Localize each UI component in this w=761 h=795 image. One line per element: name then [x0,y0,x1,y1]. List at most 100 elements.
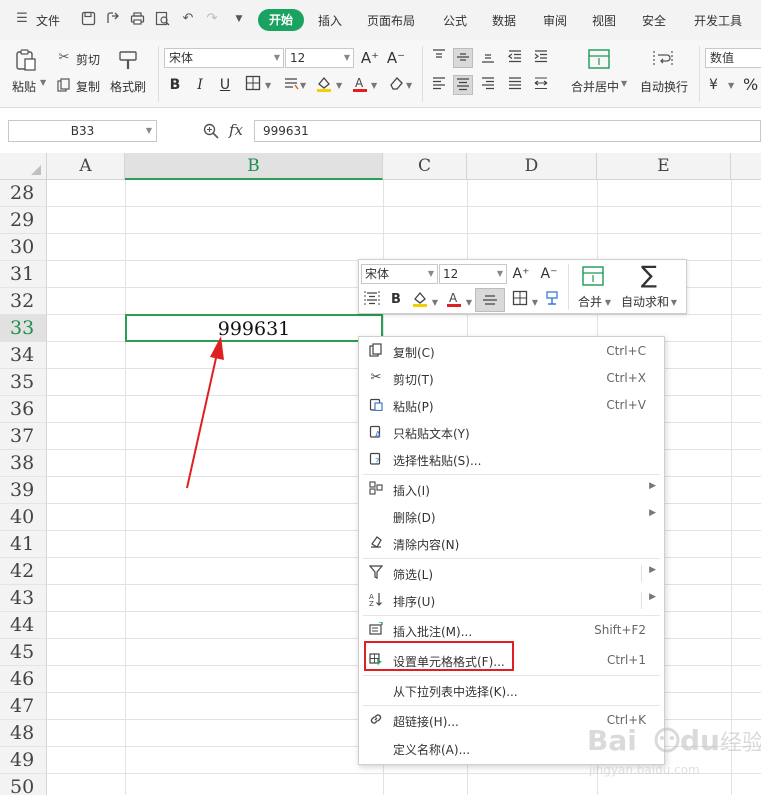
cut-button[interactable]: 剪切 [76,51,100,68]
align-right-icon[interactable] [478,75,498,95]
row-header-46[interactable]: 46 [0,666,47,693]
menu-item-pick-from-list[interactable]: 从下拉列表中选择(K)... [359,677,664,704]
print-icon[interactable] [129,11,145,27]
row-header-39[interactable]: 39 [0,477,47,504]
quick-access-dropdown-icon[interactable]: ▼ [231,11,247,27]
autosum-icon[interactable]: ∑ [636,262,662,288]
export-icon[interactable] [104,11,120,27]
mini-font-color-dropdown-icon[interactable]: ▼ [465,293,473,313]
paste-icon[interactable] [14,48,38,72]
mini-autosum-dropdown-icon[interactable]: ▼ [670,293,678,313]
menu-item-copy[interactable]: 复制(C) Ctrl+C [359,338,664,365]
menu-item-clear-contents[interactable]: 清除内容(N) [359,530,664,557]
mini-fill-color-icon[interactable] [410,290,430,310]
font-color-dropdown-icon[interactable]: ▼ [371,81,377,90]
menu-item-filter[interactable]: 筛选(L) ▶ [359,560,664,587]
currency-dropdown-icon[interactable]: ▼ [728,81,734,90]
increase-indent-icon[interactable] [531,48,551,68]
align-middle-icon[interactable] [453,48,473,68]
active-cell-b33[interactable]: 999631 [125,314,383,342]
menu-item-insert-comment[interactable]: 插入批注(M)... Shift+F2 [359,617,664,644]
row-header-45[interactable]: 45 [0,639,47,666]
row-header-32[interactable]: 32 [0,288,47,315]
mini-font-size-combo[interactable]: 12 ▼ [439,264,507,284]
mini-merge-dropdown-icon[interactable]: ▼ [604,293,612,313]
row-header-50[interactable]: 50 [0,774,47,795]
tab-formulas[interactable]: 公式 [443,12,467,29]
format-painter-icon[interactable] [117,48,141,72]
mini-bold-icon[interactable]: B [387,290,405,310]
menu-item-delete[interactable]: 删除(D) ▶ [359,503,664,530]
row-header-28[interactable]: 28 [0,180,47,207]
underline-icon[interactable]: U [215,75,235,95]
strikethrough-icon[interactable] [281,75,301,95]
mini-align-icon[interactable] [362,290,382,310]
mini-center-align-icon[interactable] [475,288,505,312]
mini-fill-dropdown-icon[interactable]: ▼ [431,293,439,313]
menu-item-sort[interactable]: AZ 排序(U) ▶ [359,587,664,614]
font-size-combo[interactable]: 12 ▼ [285,48,354,68]
save-icon[interactable] [80,11,96,27]
redo-icon[interactable]: ↷ [204,11,220,27]
row-header-44[interactable]: 44 [0,612,47,639]
mini-merge-icon[interactable] [581,265,605,287]
select-all-corner[interactable] [0,153,47,180]
paste-button[interactable]: 粘贴 [12,78,36,95]
print-preview-icon[interactable] [154,11,170,27]
row-header-31[interactable]: 31 [0,261,47,288]
menu-item-cut[interactable]: ✂ 剪切(T) Ctrl+X [359,365,664,392]
font-name-combo[interactable]: 宋体 ▼ [164,48,284,68]
strikethrough-dropdown-icon[interactable]: ▼ [300,81,306,90]
mini-border-icon[interactable] [510,290,530,310]
menu-item-insert[interactable]: 插入(I) ▶ [359,476,664,503]
merge-center-icon[interactable] [587,48,611,70]
zoom-icon[interactable] [202,122,220,140]
justify-icon[interactable] [505,75,525,95]
tab-insert[interactable]: 插入 [318,12,342,29]
row-header-41[interactable]: 41 [0,531,47,558]
mini-border-dropdown-icon[interactable]: ▼ [531,293,539,313]
row-header-36[interactable]: 36 [0,396,47,423]
align-left-icon[interactable] [429,75,449,95]
tab-page-layout[interactable]: 页面布局 [367,12,415,29]
row-header-49[interactable]: 49 [0,747,47,774]
merge-dropdown-icon[interactable]: ▼ [621,79,627,88]
row-header-48[interactable]: 48 [0,720,47,747]
tab-security[interactable]: 安全 [642,12,666,29]
wrap-text-button[interactable]: 自动换行 [640,78,688,95]
clear-format-dropdown-icon[interactable]: ▼ [406,81,412,90]
font-color-icon[interactable]: A [350,75,370,95]
mini-autosum-button[interactable]: 自动求和 [621,292,669,312]
column-header-b[interactable]: B [125,153,383,180]
column-header-d[interactable]: D [467,153,597,180]
menu-item-paste-text[interactable]: A 只粘贴文本(Y) [359,419,664,446]
row-header-38[interactable]: 38 [0,450,47,477]
currency-icon[interactable]: ¥ [709,77,718,93]
align-top-icon[interactable] [429,48,449,68]
percent-icon[interactable]: % [743,75,758,94]
menu-item-paste[interactable]: 粘贴(P) Ctrl+V [359,392,664,419]
row-header-30[interactable]: 30 [0,234,47,261]
mini-increase-font-icon[interactable]: A⁺ [511,264,531,284]
row-header-35[interactable]: 35 [0,369,47,396]
mini-font-color-icon[interactable]: A [444,290,464,310]
fill-color-dropdown-icon[interactable]: ▼ [336,81,342,90]
scissors-icon[interactable]: ✂ [57,51,71,65]
fill-color-icon[interactable] [314,75,334,95]
function-icon[interactable]: fx [229,121,243,139]
number-format-combo[interactable]: 数值 [705,48,761,68]
mini-merge-button[interactable]: 合并 [575,292,605,312]
row-header-43[interactable]: 43 [0,585,47,612]
distribute-icon[interactable] [531,75,551,95]
mini-font-name-combo[interactable]: 宋体 ▼ [361,264,438,284]
tab-home[interactable]: 开始 [258,9,304,31]
row-header-42[interactable]: 42 [0,558,47,585]
border-icon[interactable] [243,75,263,95]
tab-data[interactable]: 数据 [492,12,516,29]
align-bottom-icon[interactable] [478,48,498,68]
column-header-c[interactable]: C [383,153,467,180]
wrap-text-icon[interactable] [651,48,675,70]
undo-icon[interactable]: ↶ [180,11,196,27]
formula-input[interactable]: 999631 [254,120,761,142]
menu-item-paste-special[interactable]: ? 选择性粘贴(S)... [359,446,664,473]
